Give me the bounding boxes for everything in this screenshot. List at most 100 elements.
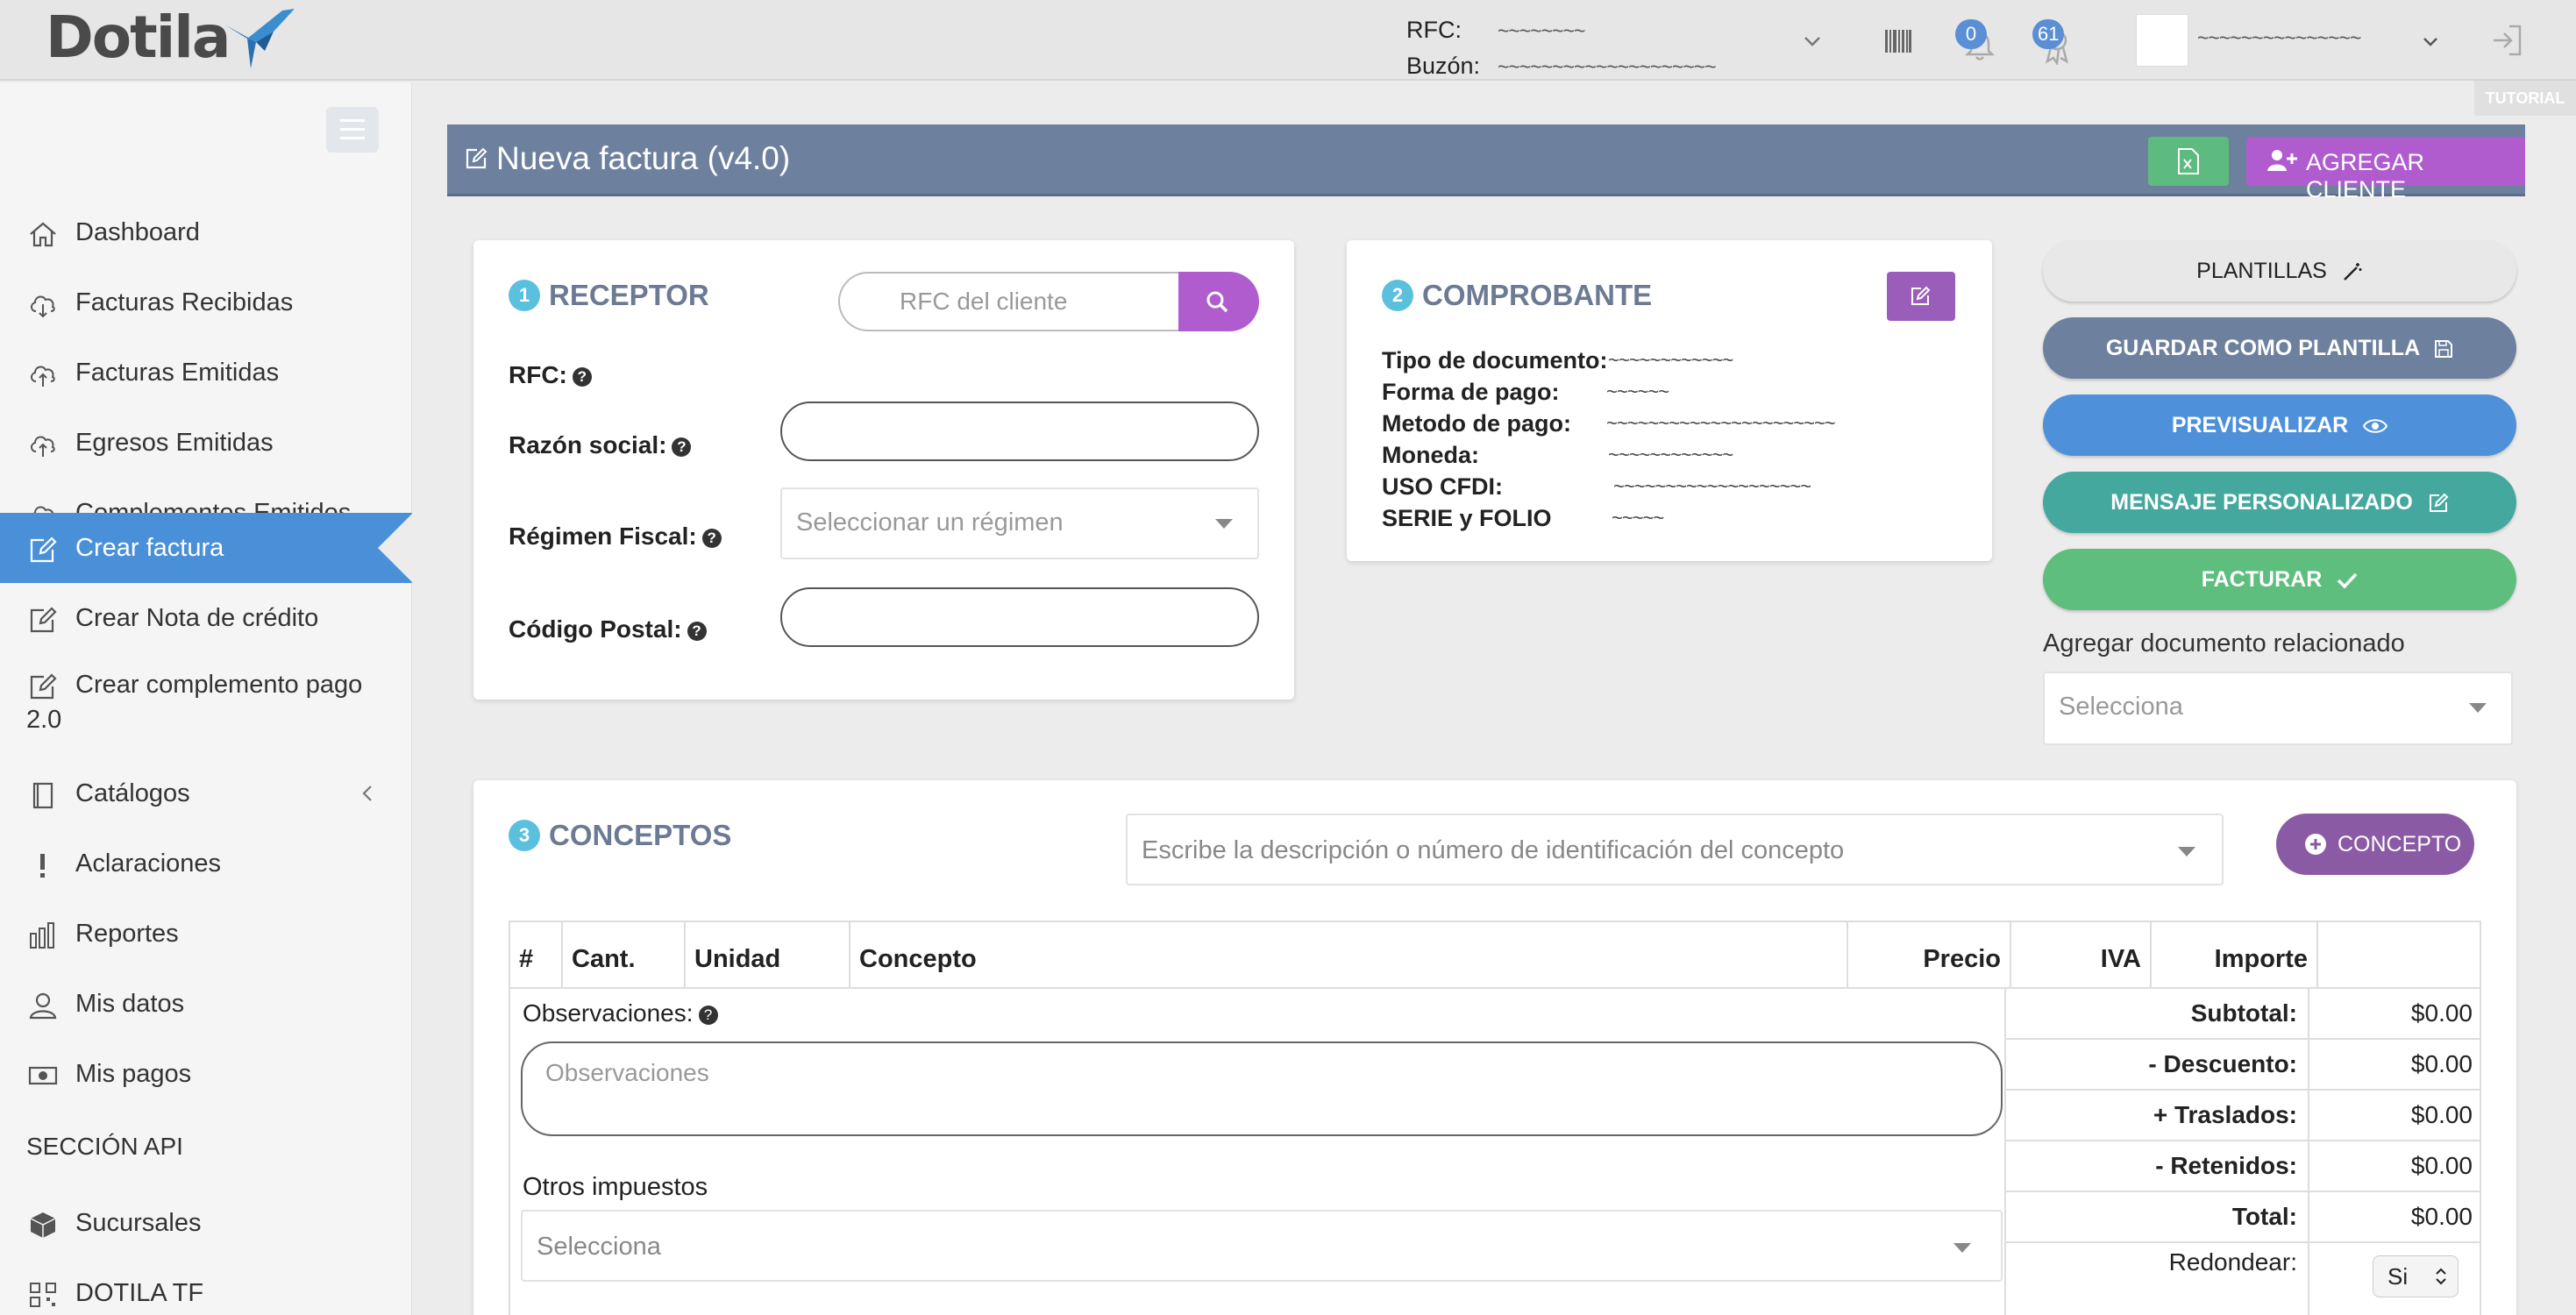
conceptos-title-text: CONCEPTOS [549,819,732,852]
column-header: # [510,922,563,987]
barcode-icon[interactable] [1885,30,1911,53]
user-name[interactable]: ~~~~~~~~~~~~~~~ [2197,26,2361,50]
sidebar-item-label: Sucursales [75,1209,202,1237]
concept-search-select[interactable]: Escribe la descripción o número de ident… [1126,814,2224,885]
mensaje-personalizado-button[interactable]: MENSAJE PERSONALIZADO [2043,472,2516,533]
add-client-button[interactable]: AGREGAR CLIENTE [2246,137,2525,203]
export-excel-button[interactable] [2148,137,2229,186]
caret-down-icon [1953,1243,1971,1253]
uso-cfdi-label: USO CFDI: [1382,473,1503,500]
add-concepto-button[interactable]: CONCEPTO [2276,814,2474,875]
plantillas-button[interactable]: PLANTILLAS [2043,240,2516,302]
column-header: IVA [2011,922,2152,987]
sidebar-item-dotila-tf[interactable]: DOTILA TF [0,1258,412,1315]
check-icon [2337,573,2358,589]
guardar-plantilla-button[interactable]: GUARDAR COMO PLANTILLA [2043,317,2516,379]
sidebar-item-dashboard[interactable]: Dashboard [0,197,412,267]
help-icon[interactable]: ? [698,1005,718,1025]
notifications-button[interactable]: 0 [1955,19,1996,61]
otros-impuestos-select[interactable]: Selecciona [521,1210,2003,1282]
sidebar-item-aclaraciones[interactable]: Aclaraciones [0,828,412,899]
sidebar-toggle-button[interactable] [326,107,379,153]
regimen-fiscal-select[interactable]: Seleccionar un régimen [780,487,1259,559]
cloud-upload-icon [31,366,55,387]
file-excel-icon [2178,148,2199,174]
sidebar-item-label: Facturas Emitidas [75,359,280,387]
sidebar-item-reportes[interactable]: Reportes [0,899,412,969]
updown-chevron-icon [2436,1268,2446,1285]
sidebar-item-label: Aclaraciones [75,849,222,878]
sidebar-item-sucursales[interactable]: Sucursales [0,1188,412,1258]
observaciones-placeholder: Observaciones [545,1059,709,1086]
conceptos-table-body: Observaciones:? Observaciones Otros impu… [509,987,2481,1315]
concept-search-placeholder: Escribe la descripción o número de ident… [1142,836,1845,864]
awards-button[interactable]: 61 [2032,19,2073,65]
rfc-search-button[interactable] [1178,272,1259,331]
awards-count-badge: 61 [2032,19,2065,49]
help-icon[interactable]: ? [687,621,707,641]
column-header: Importe [2152,922,2318,987]
traslados-label: + Traslados: [2006,1091,2309,1140]
eye-icon [2363,419,2388,434]
sidebar-item-egresos-emitidas[interactable]: Egresos Emitidas [0,408,412,478]
user-icon [29,992,57,1020]
sidebar-item-label: Dashboard [75,218,200,246]
app-logo[interactable]: Dotila [46,4,231,71]
rfc-search-input[interactable]: RFC del cliente [838,272,1178,331]
sidebar-item-crear-factura[interactable]: Crear factura [0,513,413,583]
help-icon[interactable]: ? [672,437,692,457]
sidebar: Dashboard Facturas Recibidas Facturas Em… [0,82,413,1315]
plus-circle-icon [2305,834,2326,855]
avatar[interactable] [2136,14,2188,67]
redondear-row: Redondear: Si [2004,1241,2481,1315]
help-icon[interactable]: ? [701,528,722,548]
sidebar-item-mis-datos[interactable]: Mis datos [0,969,412,1039]
observaciones-textarea[interactable]: Observaciones [521,1041,2003,1136]
user-chevron-down-icon[interactable] [2422,33,2439,51]
codigo-postal-input[interactable] [780,587,1259,647]
buzon-value: ~~~~~~~~~~~~~~~~~~~~ [1498,55,1717,78]
related-document-select[interactable]: Selecciona [2043,672,2513,745]
traslados-row: + Traslados: $0.00 [2004,1089,2481,1140]
cloud-upload-icon [31,436,55,457]
section-api-heading: SECCIÓN API [26,1133,183,1160]
tutorial-tab[interactable]: TUTORIAL [2474,81,2576,116]
logo-text: Dotila [46,4,231,71]
notifications-count-badge: 0 [1955,19,1987,49]
sidebar-item-label: Reportes [75,920,179,948]
razon-social-label: Razón social:? [509,431,692,459]
cloud-download-icon [31,295,55,318]
logout-icon[interactable] [2490,23,2525,58]
column-header: Unidad [686,922,850,987]
traslados-value: $0.00 [2410,1101,2473,1128]
sidebar-item-crear-nota-credito[interactable]: Crear Nota de crédito [0,583,412,653]
sidebar-item-mis-pagos[interactable]: Mis pagos [0,1039,412,1109]
sidebar-item-label-line2: 2.0 [26,706,62,734]
metodo-pago-label: Metodo de pago: [1382,410,1571,437]
previsualizar-button[interactable]: PREVISUALIZAR [2043,394,2516,456]
razon-social-input[interactable] [780,402,1259,461]
help-icon[interactable]: ? [572,366,592,387]
total-row: Total: $0.00 [2004,1191,2481,1241]
sidebar-item-catalogos[interactable]: Catálogos [0,758,412,828]
observaciones-label-text: Observaciones: [523,999,694,1027]
descuento-label: - Descuento: [2006,1040,2309,1089]
sidebar-item-label: DOTILA TF [75,1279,204,1307]
retenidos-value: $0.00 [2410,1152,2473,1179]
user-plus-icon [2267,150,2297,171]
facturar-button[interactable]: FACTURAR [2043,549,2516,610]
rfc-value: ~~~~~~~~ [1498,19,1585,42]
step-number: 3 [509,820,540,852]
sidebar-item-facturas-recibidas[interactable]: Facturas Recibidas [0,267,412,338]
regimen-label-text: Régimen Fiscal: [509,522,697,550]
sidebar-item-crear-complemento-pago[interactable]: Crear complemento pago 2.0 [0,653,412,737]
column-header: Precio [1848,922,2011,987]
account-chevron-down-icon[interactable] [1803,32,1822,51]
redondear-select[interactable]: Si [2373,1255,2459,1297]
edit-comprobante-button[interactable] [1887,272,1955,321]
comprobante-title-text: COMPROBANTE [1422,279,1653,312]
logo-bird-icon [224,9,295,68]
sidebar-item-facturas-emitidas[interactable]: Facturas Emitidas [0,338,412,408]
sidebar-item-label: Mis datos [75,990,185,1018]
taxpayer-info: RFC: ~~~~~~~~ Buzón: ~~~~~~~~~~~~~~~~~~~~ [1406,12,1717,84]
